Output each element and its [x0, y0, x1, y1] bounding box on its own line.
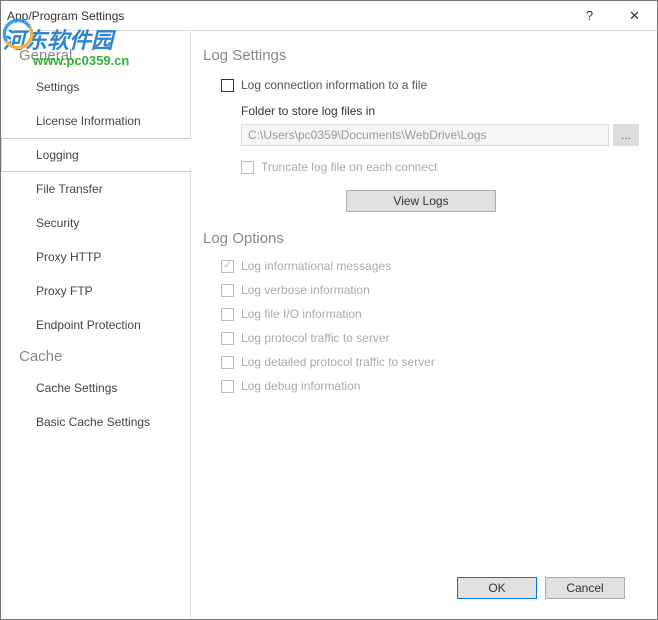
opt-informational-checkbox: ✓	[221, 260, 234, 273]
ok-label: OK	[488, 581, 505, 595]
sidebar-item-file-transfer[interactable]: File Transfer	[1, 172, 191, 206]
sidebar-item-label: Endpoint Protection	[36, 318, 141, 332]
sidebar-group-cache: Cache	[1, 342, 190, 371]
opt-verbose-checkbox	[221, 284, 234, 297]
opt-debug-checkbox	[221, 380, 234, 393]
view-logs-button[interactable]: View Logs	[346, 190, 496, 212]
opt-file-io-checkbox	[221, 308, 234, 321]
opt-detailed-protocol-label: Log detailed protocol traffic to server	[241, 355, 435, 369]
truncate-row: Truncate log file on each connect	[241, 160, 639, 174]
ok-button[interactable]: OK	[457, 577, 537, 599]
sidebar-item-label: Cache Settings	[36, 381, 117, 395]
close-button[interactable]: ✕	[612, 1, 657, 30]
opt-file-io-row: Log file I/O information	[221, 307, 639, 321]
titlebar: App/Program Settings ? ✕	[1, 1, 657, 31]
opt-detailed-protocol-checkbox	[221, 356, 234, 369]
opt-protocol-checkbox	[221, 332, 234, 345]
sidebar-item-endpoint-protection[interactable]: Endpoint Protection	[1, 308, 191, 342]
sidebar: General Settings License Information Log…	[1, 31, 191, 619]
sidebar-item-label: License Information	[36, 114, 141, 128]
sidebar-item-security[interactable]: Security	[1, 206, 191, 240]
opt-detailed-protocol-row: Log detailed protocol traffic to server	[221, 355, 639, 369]
footer: OK Cancel	[203, 567, 639, 611]
opt-file-io-label: Log file I/O information	[241, 307, 362, 321]
view-logs-row: View Logs	[203, 190, 639, 212]
sidebar-item-label: File Transfer	[36, 182, 103, 196]
sidebar-item-label: Basic Cache Settings	[36, 415, 150, 429]
opt-verbose-row: Log verbose information	[221, 283, 639, 297]
view-logs-label: View Logs	[393, 194, 448, 208]
folder-label: Folder to store log files in	[241, 104, 639, 118]
opt-verbose-label: Log verbose information	[241, 283, 370, 297]
opt-protocol-label: Log protocol traffic to server	[241, 331, 390, 345]
opt-protocol-row: Log protocol traffic to server	[221, 331, 639, 345]
settings-window: App/Program Settings ? ✕ 河东软件园 www.pc035…	[0, 0, 658, 620]
close-icon: ✕	[629, 8, 640, 24]
opt-informational-label: Log informational messages	[241, 259, 391, 273]
sidebar-item-label: Settings	[36, 80, 79, 94]
sidebar-item-label: Proxy HTTP	[36, 250, 101, 264]
cancel-label: Cancel	[566, 581, 603, 595]
sidebar-group-general: General	[1, 41, 190, 70]
opt-debug-row: Log debug information	[221, 379, 639, 393]
log-to-file-row[interactable]: Log connection information to a file	[221, 78, 639, 92]
main-panel: Log Settings Log connection information …	[191, 31, 657, 619]
sidebar-item-label: Proxy FTP	[36, 284, 93, 298]
sidebar-item-logging[interactable]: Logging	[1, 138, 191, 172]
log-options-block: ✓ Log informational messages Log verbose…	[203, 257, 639, 403]
truncate-label: Truncate log file on each connect	[261, 160, 437, 174]
titlebar-controls: ? ✕	[567, 1, 657, 30]
sidebar-item-proxy-http[interactable]: Proxy HTTP	[1, 240, 191, 274]
log-to-file-label: Log connection information to a file	[241, 78, 427, 92]
folder-path-input[interactable]: C:\Users\pc0359\Documents\WebDrive\Logs	[241, 124, 609, 146]
help-button[interactable]: ?	[567, 1, 612, 30]
sidebar-item-cache-settings[interactable]: Cache Settings	[1, 371, 191, 405]
help-icon: ?	[586, 8, 593, 23]
sidebar-item-label: Logging	[36, 148, 79, 162]
log-settings-heading: Log Settings	[203, 47, 639, 64]
sidebar-item-settings[interactable]: Settings	[1, 70, 191, 104]
opt-debug-label: Log debug information	[241, 379, 360, 393]
sidebar-item-label: Security	[36, 216, 79, 230]
cancel-button[interactable]: Cancel	[545, 577, 625, 599]
truncate-checkbox	[241, 161, 254, 174]
ellipsis-icon: ...	[621, 128, 631, 142]
browse-button[interactable]: ...	[613, 124, 639, 146]
window-title: App/Program Settings	[7, 9, 567, 23]
spacer	[203, 403, 639, 567]
body: General Settings License Information Log…	[1, 31, 657, 619]
folder-path-row: C:\Users\pc0359\Documents\WebDrive\Logs …	[241, 124, 639, 146]
log-options-heading: Log Options	[203, 230, 639, 247]
opt-informational-row: ✓ Log informational messages	[221, 259, 639, 273]
sidebar-item-proxy-ftp[interactable]: Proxy FTP	[1, 274, 191, 308]
log-to-file-checkbox[interactable]	[221, 79, 234, 92]
sidebar-item-basic-cache-settings[interactable]: Basic Cache Settings	[1, 405, 191, 439]
sidebar-item-license-information[interactable]: License Information	[1, 104, 191, 138]
